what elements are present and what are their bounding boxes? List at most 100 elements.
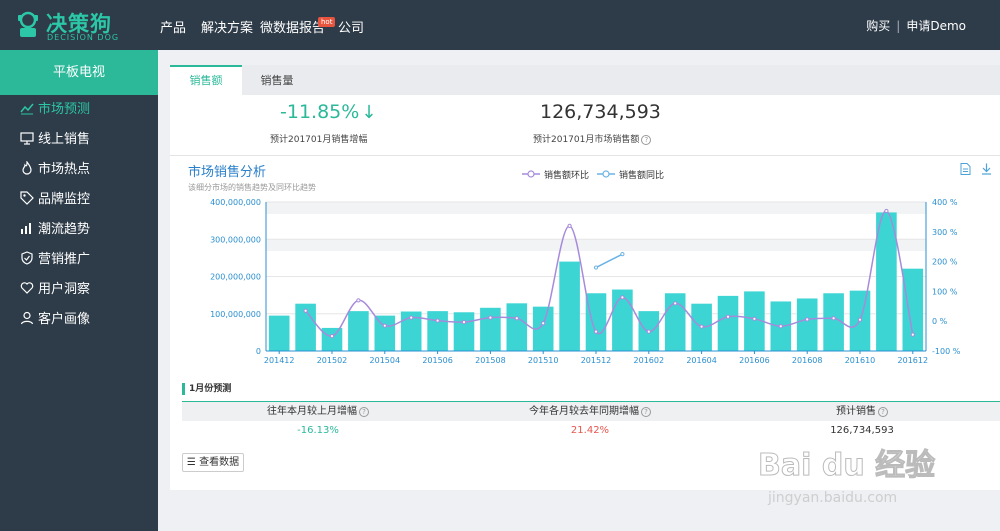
series-point-mom xyxy=(409,315,414,320)
series-point-mom xyxy=(805,317,810,322)
chart-band xyxy=(266,239,926,251)
series-point-yoy xyxy=(593,265,599,270)
x-tick-label: 201610 xyxy=(845,356,876,365)
tab-bar: 销售额 销售量 xyxy=(170,65,1000,95)
chart-title: 市场销售分析 xyxy=(188,165,267,180)
y-left-tick-label: 0 xyxy=(256,347,261,356)
chart-bar xyxy=(374,315,396,351)
growth-label: 预计201701月销售增幅 xyxy=(270,135,368,145)
header-label: 预计销售 xyxy=(836,406,876,417)
header-cell: 预计销售? xyxy=(726,402,998,422)
chart-bar xyxy=(559,261,580,351)
sidebar-item-customer-profile[interactable]: 客户画像 xyxy=(20,310,90,330)
help-icon[interactable]: ? xyxy=(878,407,888,417)
header-cell: 往年本月较上月增幅? xyxy=(182,402,454,422)
growth-kpi: -11.85% ↓ xyxy=(280,101,376,123)
series-point-mom xyxy=(488,315,493,320)
sidebar-item-label: 市场预测 xyxy=(38,102,91,117)
tab-sales-amount[interactable]: 销售额 xyxy=(170,65,242,95)
series-line-yoy xyxy=(595,253,623,269)
chart-bar xyxy=(717,295,739,351)
x-tick-label: 201506 xyxy=(422,356,453,365)
buy-link[interactable]: 购买 xyxy=(866,19,890,33)
sales-label: 预计201701月市场销售额 xyxy=(533,135,640,145)
download-icon[interactable] xyxy=(981,163,992,175)
series-point-mom xyxy=(752,316,757,321)
series-point-mom xyxy=(356,298,361,303)
view-data-label: 查看数据 xyxy=(199,457,240,468)
nav-item-micro-report[interactable]: 微数据报告 xyxy=(260,17,325,36)
nav-item-product[interactable]: 产品 xyxy=(160,17,186,36)
logo[interactable]: 决策狗 DECISION DOG xyxy=(14,8,124,44)
series-point-mom xyxy=(778,324,783,329)
document-icon[interactable] xyxy=(960,163,971,175)
legend-item-yoy[interactable]: 销售额同比 xyxy=(597,168,664,181)
nav-item-solutions[interactable]: 解决方案 xyxy=(201,17,253,36)
sidebar-item-label: 客户画像 xyxy=(38,312,91,327)
x-tick-label: 201608 xyxy=(792,356,823,365)
header-label: 往年本月较上月增幅 xyxy=(267,406,357,417)
y-left-tick-label: 100,000,000 xyxy=(210,310,261,319)
baidu-watermark: Bai du 经验 jingyan.baidu.com xyxy=(757,440,988,520)
header-label: 今年各月较去年同期增幅 xyxy=(529,406,639,417)
series-point-mom xyxy=(382,323,387,328)
chart-band xyxy=(266,202,926,214)
sidebar-item-label: 线上销售 xyxy=(38,132,91,147)
sidebar-item-market-hotspot[interactable]: 市场热点 xyxy=(20,160,90,180)
forecast-table-header: 往年本月较上月增幅? 今年各月较去年同期增幅? 预计销售? xyxy=(182,401,1000,421)
x-tick-label: 201412 xyxy=(264,356,295,365)
sales-chart[interactable]: 0 100,000,000 200,000,000 300,000,000 400,00… xyxy=(170,190,1000,370)
series-point-mom xyxy=(884,208,889,214)
sidebar-item-label: 营销推广 xyxy=(38,252,91,267)
sidebar: 平板电视 市场预测 线上销售 市场热点 品牌监控 潮流趋势 营销推广 用户洞察 … xyxy=(0,50,158,531)
series-point-mom xyxy=(646,329,651,334)
sidebar-item-online-sales[interactable]: 线上销售 xyxy=(20,130,90,150)
forecast-yoy-growth: 21.42% xyxy=(570,425,610,436)
trend-icon xyxy=(20,103,34,115)
watermark-text: Bai du 经验 xyxy=(757,448,936,484)
series-point-mom xyxy=(435,318,440,323)
nav-item-company[interactable]: 公司 xyxy=(338,17,364,36)
chart-bar xyxy=(348,311,369,351)
series-point-mom xyxy=(857,317,863,322)
table-row: -16.13% 21.42% 126,734,593 xyxy=(182,421,1000,441)
help-icon[interactable]: ? xyxy=(359,407,369,417)
demo-link[interactable]: 申请Demo xyxy=(906,19,966,33)
help-icon[interactable]: ? xyxy=(641,135,652,145)
help-icon[interactable]: ? xyxy=(641,407,651,417)
tab-sales-volume[interactable]: 销售量 xyxy=(242,65,312,95)
sidebar-item-marketing[interactable]: 营销推广 xyxy=(20,250,90,270)
dog-logo-icon xyxy=(18,11,38,37)
category-header[interactable]: 平板电视 xyxy=(0,50,158,95)
sidebar-item-brand-monitor[interactable]: 品牌监控 xyxy=(20,190,90,210)
header-cell: 今年各月较去年同期增幅? xyxy=(454,402,726,422)
sidebar-item-user-insight[interactable]: 用户洞察 xyxy=(20,280,90,300)
user-icon xyxy=(20,311,34,325)
series-line-mom xyxy=(305,210,914,337)
sales-value: 126,734,593 xyxy=(540,101,661,123)
watermark-url: jingyan.baidu.com xyxy=(768,490,898,506)
series-point-mom xyxy=(514,316,519,321)
series-point-yoy xyxy=(620,252,625,257)
bar-chart-icon xyxy=(21,223,31,234)
x-tick-label: 201510 xyxy=(528,356,559,365)
tag-icon xyxy=(20,191,34,205)
divider xyxy=(170,155,1000,156)
flame-icon xyxy=(22,161,32,175)
x-tick-label: 201602 xyxy=(634,356,665,365)
x-tick-label: 201504 xyxy=(370,356,401,365)
view-data-button[interactable]: ☰ 查看数据 xyxy=(182,453,244,472)
sidebar-item-trends[interactable]: 潮流趋势 xyxy=(20,220,90,240)
sidebar-item-label: 用户洞察 xyxy=(38,282,91,297)
legend-item-mom[interactable]: 销售额环比 xyxy=(522,168,589,181)
growth-value: -11.85% xyxy=(280,101,360,123)
chart-bar xyxy=(585,293,607,351)
chart-bar xyxy=(453,312,475,351)
y-right-tick-label: 100 % xyxy=(932,287,958,296)
sidebar-item-market-forecast[interactable]: 市场预测 xyxy=(20,100,90,120)
series-point-mom xyxy=(620,295,625,300)
chart-bar xyxy=(321,327,343,351)
series-point-mom xyxy=(910,332,915,337)
top-right-links: 购买 | 申请Demo xyxy=(866,17,966,34)
y-right-tick-label: 200 % xyxy=(932,258,958,267)
